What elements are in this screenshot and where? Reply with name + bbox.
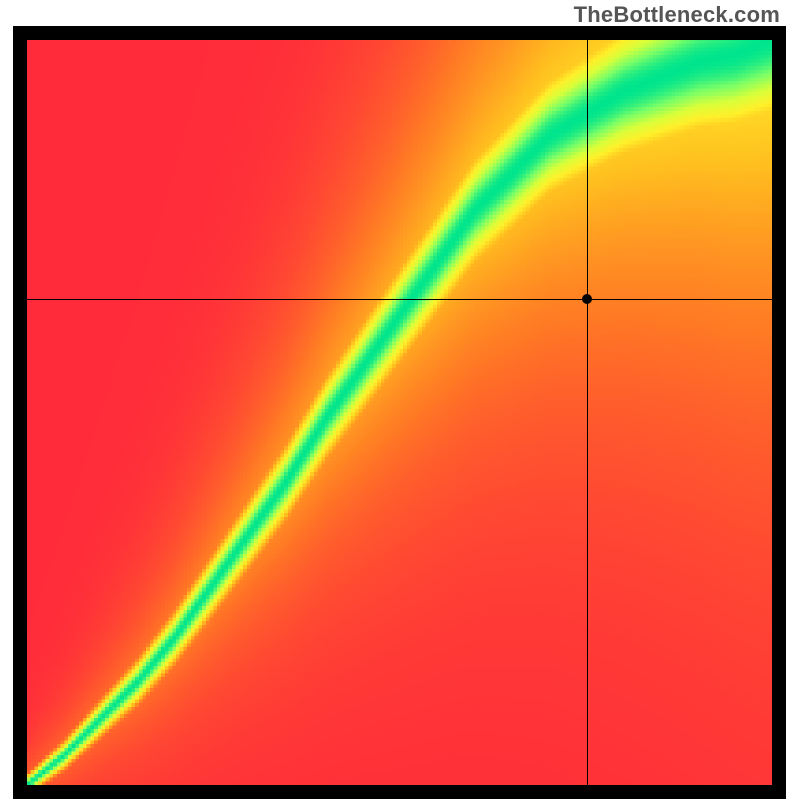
plot-frame: [13, 26, 786, 799]
plot-area: [27, 40, 772, 785]
heatmap-canvas: [27, 40, 772, 785]
crosshair-vertical: [587, 40, 588, 785]
marker-dot: [582, 294, 592, 304]
watermark-text: TheBottleneck.com: [574, 2, 780, 28]
crosshair-horizontal: [27, 299, 772, 300]
chart-container: TheBottleneck.com: [0, 0, 800, 800]
